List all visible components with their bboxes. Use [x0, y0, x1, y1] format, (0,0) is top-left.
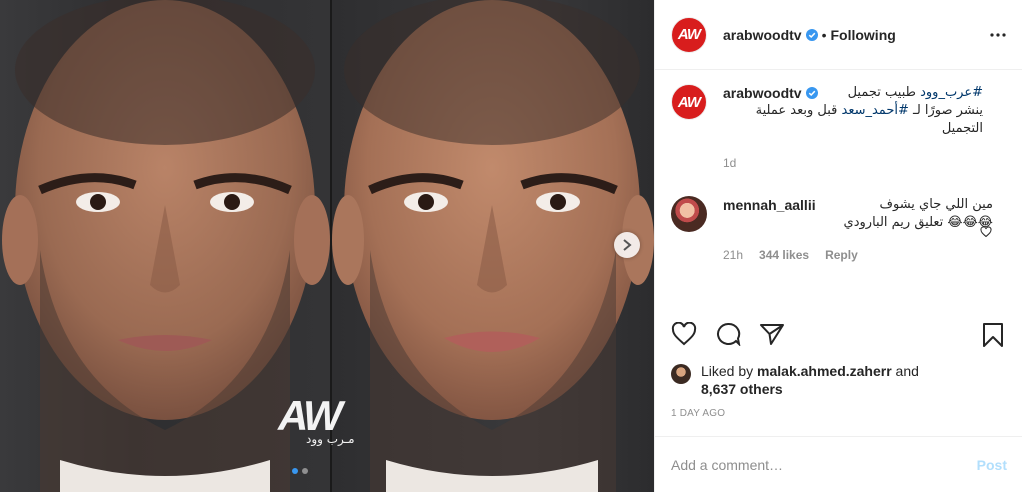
commenter-avatar[interactable]	[671, 196, 707, 232]
caption-timestamp[interactable]: 1d	[723, 154, 983, 172]
commenter-username[interactable]: mennah_aallii	[723, 196, 816, 214]
comments-section: AW arabwoodtv #عرب_وود طبيب تجميل ينشر ص…	[655, 84, 1022, 264]
caption-username[interactable]: arabwoodtv	[723, 84, 802, 102]
likes-prefix: Liked by	[701, 363, 758, 379]
likes-summary: Liked by malak.ahmed.zaherr and 8,637 ot…	[671, 362, 1007, 398]
post-comment-button[interactable]: Post	[977, 457, 1007, 473]
post-media[interactable]: AW مـرب وود	[0, 0, 654, 492]
post-date[interactable]: 1 DAY AGO	[671, 408, 725, 419]
like-heart-icon[interactable]	[671, 322, 697, 346]
chevron-right-icon	[623, 239, 632, 251]
post-header: AW arabwoodtv • Following	[655, 0, 1022, 70]
caption-avatar-text: AW	[677, 93, 701, 111]
carousel-dot-2	[302, 468, 308, 474]
add-comment-bar: Add a comment… Post	[655, 436, 1022, 492]
carousel-indicator	[292, 468, 308, 474]
caption-text-2: ينشر صورًا لـ	[908, 103, 983, 118]
comment-like-heart-icon[interactable]	[980, 226, 992, 238]
comment-text-line-1: مين اللي جاي يشوف	[879, 197, 993, 212]
caption-hashtag-arabwood[interactable]: #عرب_وود	[920, 85, 983, 100]
face-illustration-right	[332, 0, 654, 492]
comment-item: mennah_aallii مين اللي جاي يشوف 😂😂😂 تعلي…	[671, 196, 1007, 264]
comment-likes-count[interactable]: 344 likes	[759, 246, 809, 264]
post-sidebar: AW arabwoodtv • Following AW arabwoodtv	[654, 0, 1022, 492]
comment-text-line-2: 😂😂😂 تعليق ريم البارودي	[843, 215, 993, 230]
caption-hashtag-ahmed-saad[interactable]: #أحمد_سعد	[842, 103, 909, 118]
share-paper-plane-icon[interactable]	[759, 322, 785, 346]
caption-text-3: قبل وبعد عملية	[755, 103, 842, 118]
post-actions	[671, 322, 1007, 350]
add-comment-input[interactable]: Add a comment…	[671, 457, 977, 473]
header-separator: •	[821, 26, 827, 43]
following-button[interactable]: Following	[830, 27, 895, 43]
comment-reply-button[interactable]: Reply	[825, 246, 858, 264]
verified-badge-icon	[805, 28, 818, 41]
carousel-dot-1	[292, 468, 298, 474]
watermark-logo: AW مـرب وود	[278, 392, 378, 448]
after-photo	[332, 0, 654, 492]
liker-username[interactable]: malak.ahmed.zaherr	[757, 363, 892, 379]
comment-timestamp[interactable]: 21h	[723, 246, 743, 264]
account-username[interactable]: arabwoodtv	[723, 27, 802, 43]
caption-body: arabwoodtv #عرب_وود طبيب تجميل ينشر صورً…	[723, 84, 983, 172]
save-bookmark-icon[interactable]	[981, 322, 1005, 348]
avatar-logo-text: AW	[677, 26, 701, 43]
caption: AW arabwoodtv #عرب_وود طبيب تجميل ينشر ص…	[671, 84, 1007, 172]
comment-bubble-icon[interactable]	[715, 322, 741, 346]
watermark-subtext: مـرب وود	[306, 432, 355, 446]
verified-badge-icon	[805, 87, 818, 99]
caption-text-1: طبيب تجميل	[847, 85, 921, 100]
likes-others-count[interactable]: 8,637 others	[701, 381, 783, 397]
more-options-icon[interactable]	[990, 32, 1006, 37]
caption-avatar[interactable]: AW	[671, 84, 707, 120]
caption-text-4: التجميل	[941, 121, 983, 136]
carousel-next-button[interactable]	[614, 232, 640, 258]
comment-body: mennah_aallii مين اللي جاي يشوف 😂😂😂 تعلي…	[723, 196, 993, 264]
likes-suffix: and	[891, 363, 919, 379]
liker-avatar[interactable]	[671, 364, 691, 384]
account-avatar[interactable]: AW	[671, 16, 707, 53]
